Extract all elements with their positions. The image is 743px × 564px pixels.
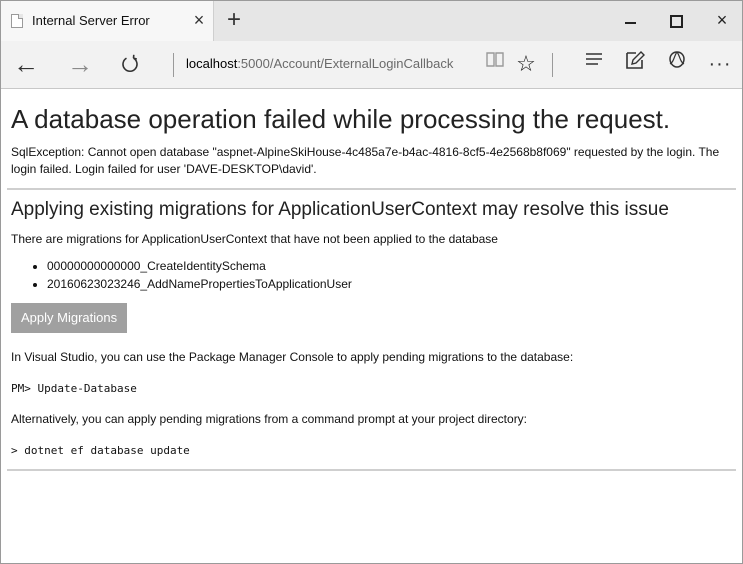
- page-icon: [11, 14, 23, 28]
- migrations-list: 00000000000000_CreateIdentitySchema 2016…: [11, 257, 732, 293]
- share-icon[interactable]: [663, 49, 691, 79]
- toolbar-divider: [552, 53, 553, 77]
- back-arrow-icon[interactable]: ←: [13, 49, 39, 79]
- pm-command: PM> Update-Database: [11, 382, 137, 395]
- migration-item: 20160623023246_AddNamePropertiesToApplic…: [47, 275, 732, 293]
- navigation-bar: ← → localhost:5000/Account/ExternalLogin…: [1, 41, 742, 89]
- more-icon[interactable]: ···: [705, 49, 735, 79]
- tab-title: Internal Server Error: [32, 13, 150, 28]
- maximize-icon: [669, 15, 683, 28]
- divider: [7, 188, 736, 190]
- error-page: A database operation failed while proces…: [1, 89, 742, 563]
- forward-arrow-icon[interactable]: →: [67, 49, 93, 79]
- page-title: A database operation failed while proces…: [11, 104, 671, 134]
- web-note-icon[interactable]: [621, 49, 649, 79]
- browser-window: Internal Server Error × + × ← → localhos…: [0, 0, 743, 564]
- address-bar[interactable]: localhost:5000/Account/ExternalLoginCall…: [186, 56, 453, 71]
- command-line-hint: Alternatively, you can apply pending mig…: [11, 412, 528, 426]
- new-tab-icon[interactable]: +: [222, 7, 246, 33]
- exception-message: SqlException: Cannot open database "aspn…: [11, 145, 720, 176]
- close-icon: ×: [716, 10, 728, 30]
- address-divider: [173, 53, 174, 77]
- favorite-star-icon[interactable]: ☆: [513, 49, 539, 79]
- visual-studio-hint: In Visual Studio, you can use the Packag…: [11, 350, 574, 364]
- divider: [7, 469, 736, 471]
- reading-view-icon[interactable]: [483, 49, 507, 79]
- cli-command: > dotnet ef database update: [11, 444, 190, 457]
- apply-migrations-button[interactable]: Apply Migrations: [11, 303, 128, 333]
- migrations-heading: Applying existing migrations for Applica…: [11, 199, 669, 220]
- tab-internal-server-error[interactable]: Internal Server Error ×: [1, 1, 214, 41]
- maximize-button[interactable]: [653, 1, 699, 41]
- migrations-intro: There are migrations for ApplicationUser…: [11, 232, 498, 246]
- tab-strip: Internal Server Error × + ×: [1, 1, 742, 41]
- minimize-button[interactable]: [607, 1, 653, 41]
- address-host: localhost: [186, 56, 238, 71]
- refresh-icon[interactable]: [117, 49, 143, 79]
- close-tab-icon[interactable]: ×: [189, 9, 209, 31]
- hub-icon[interactable]: [581, 49, 607, 79]
- migration-item: 00000000000000_CreateIdentitySchema: [47, 257, 732, 275]
- address-path: :5000/Account/ExternalLoginCallback: [237, 56, 454, 71]
- close-window-button[interactable]: ×: [699, 1, 742, 41]
- minimize-icon: [624, 22, 636, 24]
